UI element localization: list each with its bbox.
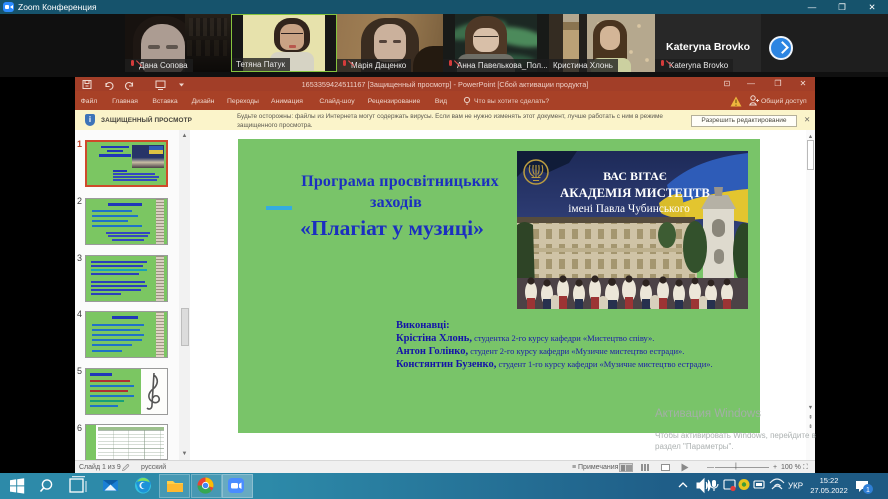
svg-text:ВАС ВІТАЄ: ВАС ВІТАЄ <box>603 169 667 183</box>
svg-text:АКАДЕМІЯ МИСТЕЦТВ: АКАДЕМІЯ МИСТЕЦТВ <box>560 186 710 200</box>
svg-text:УКР: УКР <box>788 482 803 491</box>
svg-text:1: 1 <box>866 487 870 494</box>
svg-text:імені Павла Чубинського: імені Павла Чубинського <box>568 203 690 215</box>
